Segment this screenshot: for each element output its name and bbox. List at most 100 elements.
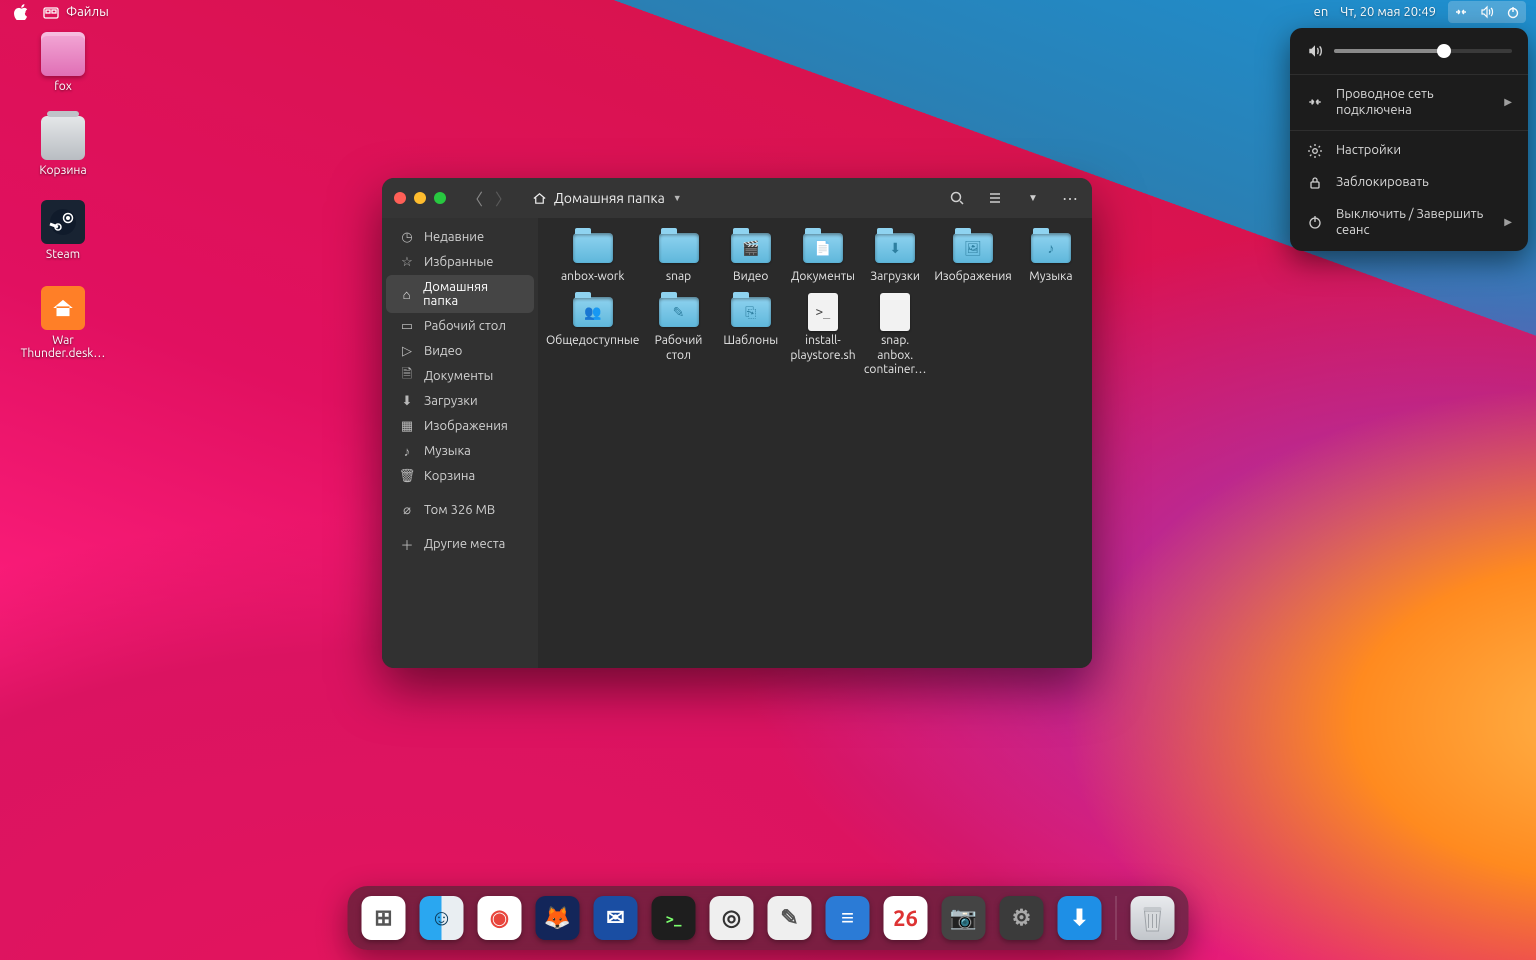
sidebar-item-disk[interactable]: ⌀Том 326 MB	[386, 498, 534, 522]
path-button[interactable]: Домашняя папка ▼	[522, 185, 690, 211]
view-list-icon[interactable]	[986, 189, 1004, 207]
dock-item-calendar[interactable]: 26	[884, 896, 928, 940]
dock-item-screenshot[interactable]: 📷	[942, 896, 986, 940]
file-item[interactable]: 🎬Видео	[716, 228, 786, 286]
sidebar-item-label: Загрузки	[424, 394, 478, 408]
dock-item-thunderbird[interactable]: ✉	[594, 896, 638, 940]
app-indicator[interactable]: Файлы	[42, 3, 109, 21]
dock-item-libreoffice-writer[interactable]: ≡	[826, 896, 870, 940]
sidebar-item-image[interactable]: ▦Изображения	[386, 414, 534, 438]
dock: ⊞ ☺ ◉ 🦊 ✉ >_ ◎ ✎ ≡ 26 📷 ⚙ ⬇	[348, 886, 1189, 950]
lock-icon	[1306, 174, 1324, 192]
file-item[interactable]: 📄Документы	[788, 228, 858, 286]
clock-icon: ◷	[400, 230, 414, 244]
power-icon	[1306, 213, 1324, 231]
dock-item-rhythmbox[interactable]: ◎	[710, 896, 754, 940]
file-item[interactable]: ✎Рабочий стол	[643, 292, 713, 379]
folder-icon: 📄	[803, 233, 843, 263]
doc-icon: 🗎	[400, 369, 414, 383]
system-status-area[interactable]	[1448, 1, 1526, 23]
nav-back-button[interactable]: 〈	[466, 186, 484, 210]
nav-forward-button[interactable]: 〉	[494, 186, 512, 210]
folder-icon	[573, 233, 613, 263]
window-titlebar[interactable]: 〈 〉 Домашняя папка ▼ ▼ ⋯	[382, 178, 1092, 218]
file-item[interactable]: 🖼Изображения	[932, 228, 1013, 286]
sidebar-item-desktop[interactable]: ▭Рабочий стол	[386, 314, 534, 338]
sidebar-item-label: Рабочий стол	[424, 319, 506, 333]
file-item[interactable]: ⎘ Шаблоны	[716, 292, 786, 379]
steam-icon	[41, 200, 85, 244]
trash-icon	[41, 116, 85, 160]
settings-menu-item[interactable]: Настройки	[1290, 135, 1528, 167]
sidebar-item-star[interactable]: ☆Избранные	[386, 250, 534, 274]
power-menu-item[interactable]: Выключить / Завершить сеанс ▶	[1290, 199, 1528, 246]
music-icon: ♪	[400, 444, 414, 458]
files-content[interactable]: anbox-work snap🎬Видео📄Документы⬇Загрузки🖼…	[538, 218, 1092, 668]
file-item[interactable]: snap. anbox. container…	[860, 292, 930, 379]
file-item[interactable]: anbox-work	[544, 228, 641, 286]
maximize-button[interactable]	[434, 192, 446, 204]
dock-separator	[1116, 896, 1117, 940]
path-label: Домашняя папка	[554, 190, 665, 206]
icon-label: Корзина	[18, 164, 108, 177]
file-item[interactable]: ♪Музыка	[1016, 228, 1086, 286]
dock-item-show-apps[interactable]: ⊞	[362, 896, 406, 940]
file-item[interactable]: ⬇Загрузки	[860, 228, 930, 286]
close-button[interactable]	[394, 192, 406, 204]
desktop-icon-steam[interactable]: Steam	[18, 200, 108, 261]
power-label: Выключить / Завершить сеанс	[1336, 206, 1492, 239]
volume-fill	[1334, 49, 1444, 53]
chevron-down-icon: ▼	[673, 193, 682, 203]
desktop-icon-war thunder.desk…[interactable]: War Thunder.desk…	[18, 286, 108, 360]
sidebar-item-video[interactable]: ▷Видео	[386, 339, 534, 363]
hamburger-menu-icon[interactable]: ⋯	[1062, 189, 1080, 207]
sidebar-item-label: Недавние	[424, 230, 484, 244]
dock-item-software[interactable]: ⬇	[1058, 896, 1102, 940]
desktop-icon-fox[interactable]: fox	[18, 32, 108, 93]
lock-label: Заблокировать	[1336, 174, 1512, 190]
volume-slider[interactable]	[1334, 49, 1512, 53]
sidebar-item-clock[interactable]: ◷ Недавние	[386, 225, 534, 249]
sidebar-item-home[interactable]: ⌂Домашняя папка	[386, 275, 534, 313]
network-icon	[1452, 3, 1470, 21]
folder-icon: ⎘	[731, 297, 771, 327]
clock[interactable]: Чт, 20 мая 20:49	[1340, 5, 1436, 19]
dock-item-gedit[interactable]: ✎	[768, 896, 812, 940]
apple-menu-icon[interactable]	[14, 4, 28, 20]
top-menubar: Файлы en Чт, 20 мая 20:49	[0, 0, 1536, 24]
search-icon[interactable]	[948, 189, 966, 207]
folder-icon: ⬇	[875, 233, 915, 263]
dock-item-trash[interactable]	[1131, 896, 1175, 940]
dock-item-settings[interactable]: ⚙	[1000, 896, 1044, 940]
dock-item-firefox[interactable]: 🦊	[536, 896, 580, 940]
file-label: Музыка	[1029, 270, 1072, 284]
view-options-icon[interactable]: ▼	[1024, 189, 1042, 207]
file-label: Шаблоны	[723, 334, 778, 348]
sidebar-item-trash[interactable]: 🗑Корзина	[386, 464, 534, 488]
volume-thumb[interactable]	[1437, 44, 1451, 58]
file-label: anbox-work	[561, 270, 624, 284]
desktop-icon-корзина[interactable]: Корзина	[18, 116, 108, 177]
file-item[interactable]: >_install-playstore.sh	[788, 292, 858, 379]
sidebar-item-label: Том 326 MB	[424, 503, 495, 517]
dock-item-finder[interactable]: ☺	[420, 896, 464, 940]
minimize-button[interactable]	[414, 192, 426, 204]
file-item[interactable]: snap	[643, 228, 713, 286]
keyboard-layout[interactable]: en	[1314, 5, 1329, 19]
sidebar-item-doc[interactable]: 🗎 Документы	[386, 364, 534, 388]
settings-label: Настройки	[1336, 142, 1512, 158]
star-icon: ☆	[400, 255, 414, 269]
folder-icon	[41, 32, 85, 76]
file-item[interactable]: 👥Общедоступные	[544, 292, 641, 379]
sidebar-item-plus[interactable]: ＋Другие места	[386, 532, 534, 556]
lock-menu-item[interactable]: Заблокировать	[1290, 167, 1528, 199]
trash-icon	[1140, 903, 1166, 933]
sidebar-item-download[interactable]: ⬇Загрузки	[386, 389, 534, 413]
dock-item-terminal[interactable]: >_	[652, 896, 696, 940]
sidebar-item-label: Документы	[424, 369, 493, 383]
separator	[1290, 74, 1528, 75]
file-label: Изображения	[934, 270, 1011, 284]
sidebar-item-music[interactable]: ♪Музыка	[386, 439, 534, 463]
network-menu-item[interactable]: Проводное сетьподключена ▶	[1290, 79, 1528, 126]
dock-item-chrome[interactable]: ◉	[478, 896, 522, 940]
